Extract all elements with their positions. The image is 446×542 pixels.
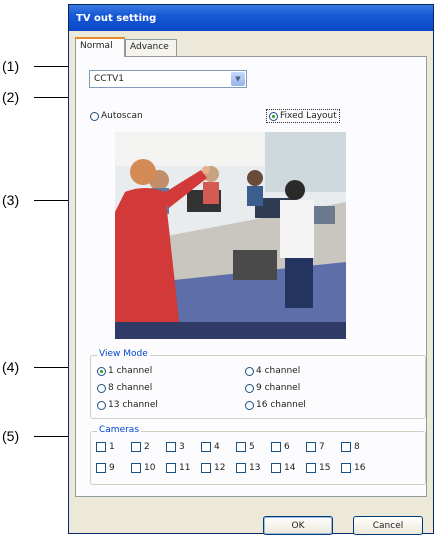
- view-mode-4-channel-label: 4 channel: [256, 366, 301, 376]
- callout-5: (5): [2, 428, 20, 444]
- view-mode-13-channel-label: 13 channel: [108, 400, 158, 410]
- view-mode-1-channel-label: 1 channel: [108, 366, 153, 376]
- camera-12-label: 12: [214, 463, 226, 473]
- camera-13-checkbox[interactable]: [236, 463, 246, 473]
- autoscan-radio[interactable]: [90, 111, 99, 121]
- camera-14-checkbox[interactable]: [271, 463, 281, 473]
- camera-5[interactable]: 5: [236, 442, 255, 452]
- camera-8[interactable]: 8: [341, 442, 360, 452]
- camera-9-checkbox[interactable]: [96, 463, 106, 473]
- cameras-title: Cameras: [97, 425, 142, 435]
- camera-7[interactable]: 7: [306, 442, 325, 452]
- camera-13[interactable]: 13: [236, 463, 260, 473]
- normal-tab-panel: CCTV1 ▼ Autoscan Fixed Layout View Mode …: [75, 56, 427, 497]
- view-mode-8-channel-label: 8 channel: [108, 383, 153, 393]
- callout-3: (3): [2, 192, 20, 208]
- camera-4[interactable]: 4: [201, 442, 220, 452]
- callout-1: (1): [2, 58, 20, 74]
- camera-5-checkbox[interactable]: [236, 442, 246, 452]
- cancel-button[interactable]: Cancel: [353, 516, 423, 535]
- camera-7-checkbox[interactable]: [306, 442, 316, 452]
- camera-1[interactable]: 1: [96, 442, 115, 452]
- view-mode-9-channel-radio[interactable]: [245, 383, 254, 393]
- view-mode-4-channel-radio[interactable]: [245, 366, 254, 376]
- view-mode-8-channel-radio[interactable]: [97, 383, 106, 393]
- camera-3[interactable]: 3: [166, 442, 185, 452]
- camera-4-checkbox[interactable]: [201, 442, 211, 452]
- camera-14[interactable]: 14: [271, 463, 295, 473]
- view-mode-8-channel[interactable]: 8 channel: [97, 383, 152, 393]
- camera-4-label: 4: [214, 442, 220, 452]
- camera-8-checkbox[interactable]: [341, 442, 351, 452]
- cameras-group: Cameras 1 2 3 4 5 6 7 8 9 10 11 12 13 14…: [90, 425, 426, 485]
- camera-16[interactable]: 16: [341, 463, 365, 473]
- camera-10-label: 10: [144, 463, 156, 473]
- camera-2[interactable]: 2: [131, 442, 150, 452]
- camera-5-label: 5: [249, 442, 255, 452]
- camera-11[interactable]: 11: [166, 463, 190, 473]
- camera-1-checkbox[interactable]: [96, 442, 106, 452]
- camera-16-checkbox[interactable]: [341, 463, 351, 473]
- view-mode-1-channel[interactable]: 1 channel: [97, 366, 152, 376]
- view-mode-4-channel[interactable]: 4 channel: [245, 366, 300, 376]
- camera-1-label: 1: [109, 442, 115, 452]
- camera-6-checkbox[interactable]: [271, 442, 281, 452]
- camera-2-label: 2: [144, 442, 150, 452]
- view-mode-16-channel-radio[interactable]: [245, 400, 254, 410]
- camera-3-label: 3: [179, 442, 185, 452]
- chevron-down-icon[interactable]: ▼: [231, 72, 245, 86]
- callout-4: (4): [2, 359, 20, 375]
- view-mode-16-channel-label: 16 channel: [256, 400, 306, 410]
- camera-10-checkbox[interactable]: [131, 463, 141, 473]
- camera-10[interactable]: 10: [131, 463, 155, 473]
- view-mode-13-channel-radio[interactable]: [97, 400, 106, 410]
- tv-out-setting-dialog: TV out setting Normal Advance CCTV1 ▼ Au…: [68, 4, 434, 535]
- view-mode-13-channel[interactable]: 13 channel: [97, 400, 158, 410]
- camera-15-checkbox[interactable]: [306, 463, 316, 473]
- camera-2-checkbox[interactable]: [131, 442, 141, 452]
- fixed-layout-radio[interactable]: [269, 111, 278, 121]
- ok-button[interactable]: OK: [263, 516, 333, 535]
- device-select[interactable]: CCTV1 ▼: [89, 70, 247, 88]
- camera-15-label: 15: [319, 463, 331, 473]
- view-mode-9-channel[interactable]: 9 channel: [245, 383, 300, 393]
- camera-16-label: 16: [354, 463, 366, 473]
- view-mode-group: View Mode 1 channel 4 channel 8 channel …: [90, 349, 426, 419]
- camera-12[interactable]: 12: [201, 463, 225, 473]
- camera-3-checkbox[interactable]: [166, 442, 176, 452]
- fixed-layout-option[interactable]: Fixed Layout: [266, 109, 340, 123]
- view-mode-1-channel-radio[interactable]: [97, 366, 106, 376]
- camera-11-label: 11: [179, 463, 191, 473]
- camera-15[interactable]: 15: [306, 463, 330, 473]
- device-select-value: CCTV1: [94, 74, 124, 84]
- camera-6-label: 6: [284, 442, 290, 452]
- tab-advance[interactable]: Advance: [125, 39, 177, 56]
- camera-9-label: 9: [109, 463, 115, 473]
- camera-11-checkbox[interactable]: [166, 463, 176, 473]
- camera-7-label: 7: [319, 442, 325, 452]
- autoscan-label: Autoscan: [101, 111, 143, 121]
- autoscan-option[interactable]: Autoscan: [90, 111, 143, 121]
- callout-2: (2): [2, 89, 20, 105]
- camera-13-label: 13: [249, 463, 261, 473]
- classroom-photo: [115, 132, 346, 339]
- camera-6[interactable]: 6: [271, 442, 290, 452]
- camera-14-label: 14: [284, 463, 296, 473]
- view-mode-9-channel-label: 9 channel: [256, 383, 301, 393]
- channel-preview-image: [115, 132, 346, 339]
- camera-12-checkbox[interactable]: [201, 463, 211, 473]
- camera-9[interactable]: 9: [96, 463, 115, 473]
- view-mode-16-channel[interactable]: 16 channel: [245, 400, 306, 410]
- tab-normal[interactable]: Normal: [75, 37, 125, 57]
- view-mode-title: View Mode: [97, 349, 150, 359]
- fixed-layout-label: Fixed Layout: [280, 111, 337, 121]
- dialog-title: TV out setting: [69, 5, 433, 31]
- camera-8-label: 8: [354, 442, 360, 452]
